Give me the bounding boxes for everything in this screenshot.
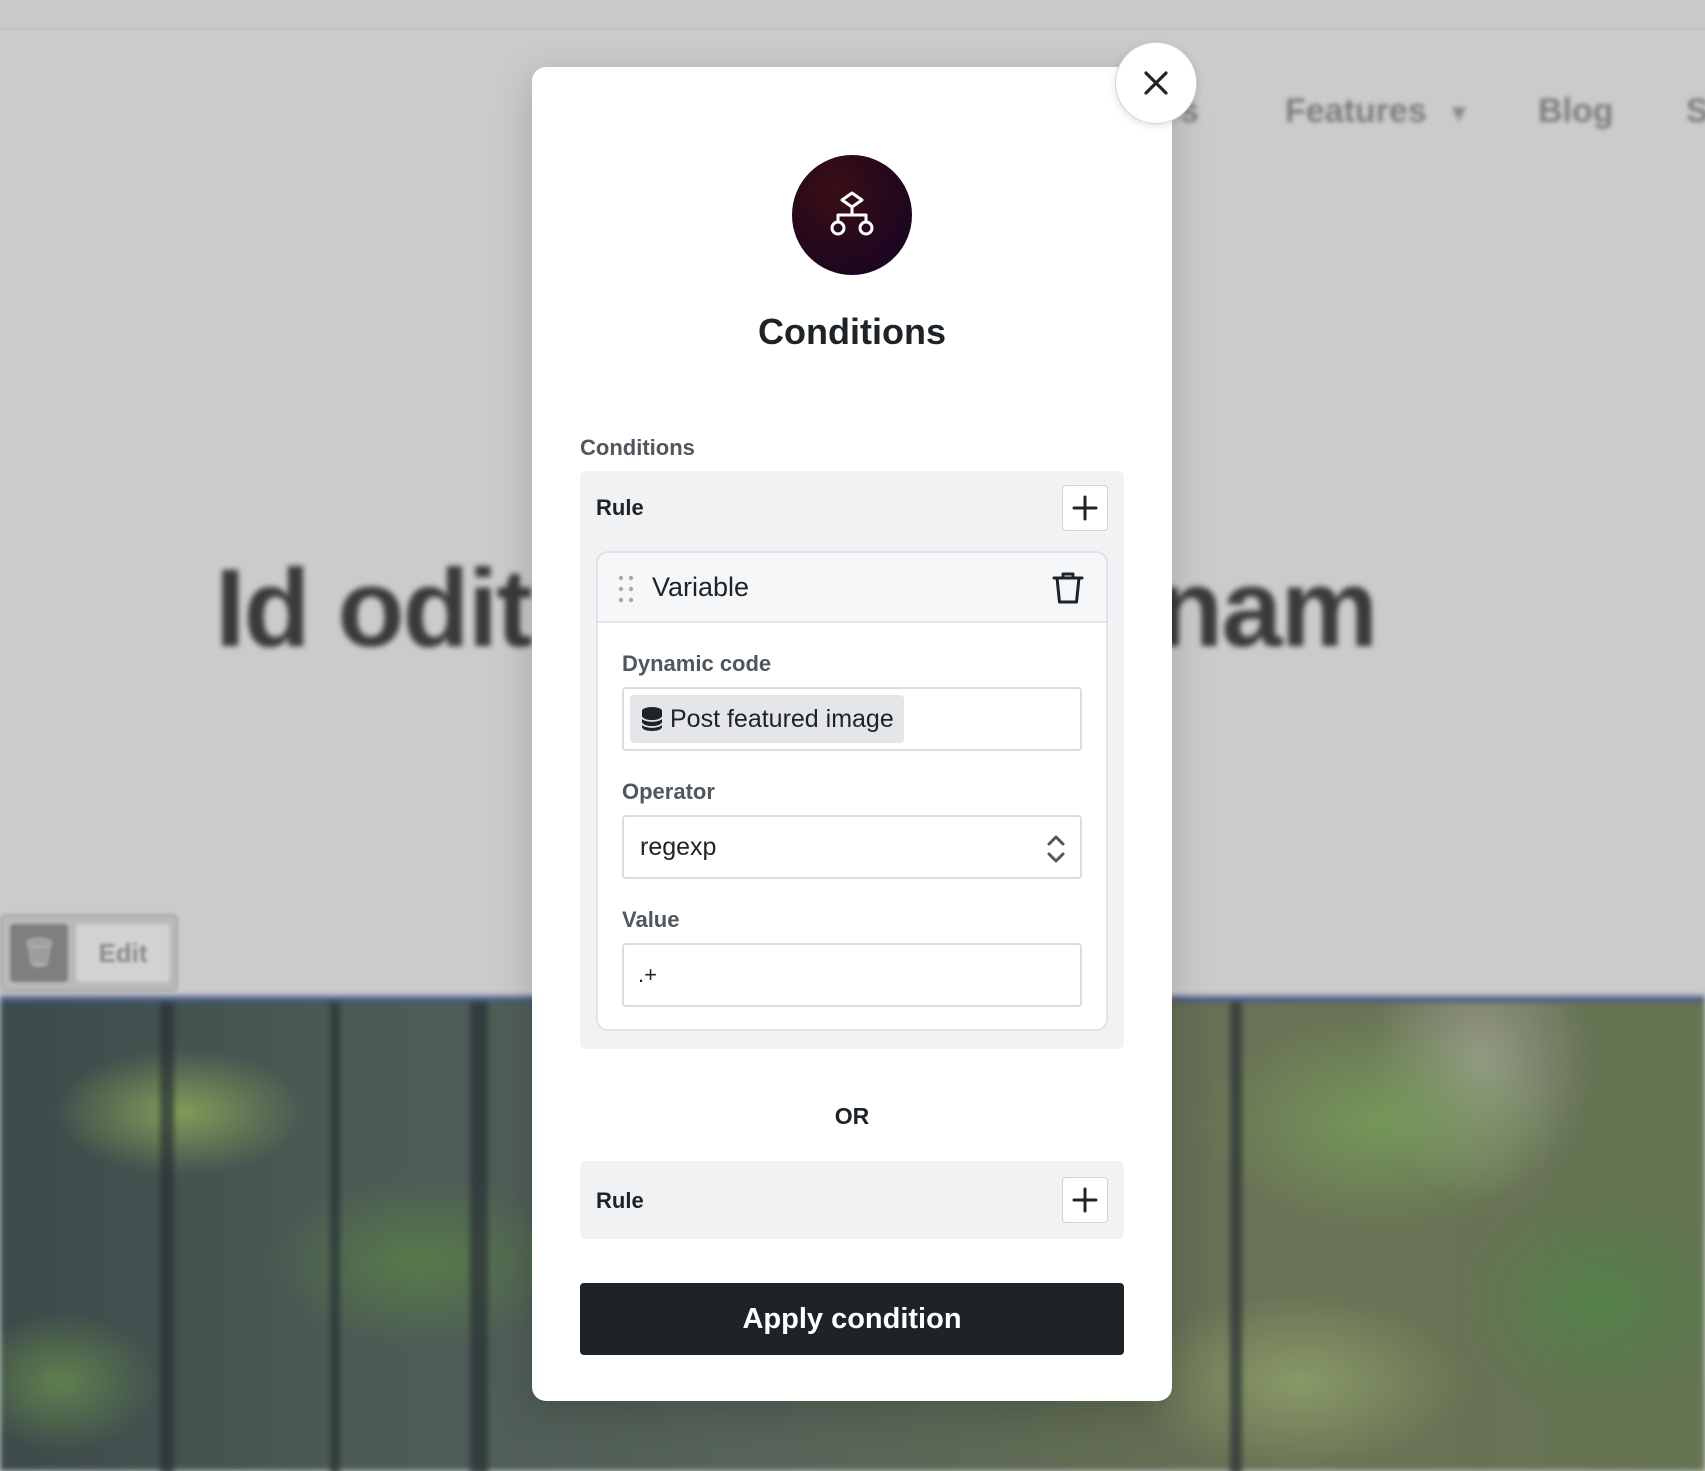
rule-label: Rule bbox=[596, 1188, 644, 1213]
rule-group: Rule Variable Dynamic code Post featured… bbox=[580, 471, 1124, 1049]
background-top-bar bbox=[0, 0, 1705, 30]
or-separator: OR bbox=[834, 1103, 870, 1129]
background-trunk bbox=[160, 1002, 174, 1471]
variable-title: Variable bbox=[652, 572, 750, 602]
background-nav-item-features: Features bbox=[1285, 92, 1427, 130]
rule-group: Rule bbox=[580, 1161, 1124, 1239]
plus-icon bbox=[1072, 1187, 1098, 1213]
conditional-logic-icon bbox=[792, 155, 912, 275]
conditions-section-label: Conditions bbox=[580, 435, 695, 460]
drag-handle-icon[interactable] bbox=[618, 575, 634, 603]
add-rule-button[interactable] bbox=[1062, 1177, 1108, 1223]
operator-selected-value: regexp bbox=[640, 833, 717, 861]
variable-card-header: Variable bbox=[598, 553, 1106, 623]
apply-condition-button[interactable]: Apply condition bbox=[580, 1283, 1124, 1355]
operator-label: Operator bbox=[622, 779, 715, 804]
close-button[interactable] bbox=[1115, 42, 1197, 124]
background-trunk bbox=[470, 1002, 488, 1471]
background-trunk bbox=[330, 1002, 340, 1471]
value-label: Value bbox=[622, 907, 680, 932]
trash-icon: 🗑 bbox=[10, 924, 68, 982]
chevron-down-icon: ▼ bbox=[1447, 100, 1471, 127]
conditions-modal: Conditions Conditions Rule Variable Dyna… bbox=[532, 67, 1172, 1401]
background-edit-button: Edit bbox=[76, 924, 170, 982]
apply-condition-label: Apply condition bbox=[742, 1302, 962, 1335]
value-input-text: .+ bbox=[638, 962, 657, 987]
dynamic-code-token[interactable]: Post featured image bbox=[630, 695, 904, 743]
variable-condition-card: Variable Dynamic code Post featured imag… bbox=[596, 551, 1108, 1031]
background-nav-item-blog: Blog bbox=[1538, 92, 1614, 130]
modal-title: Conditions bbox=[758, 311, 946, 352]
background-block-toolbar: 🗑 Edit bbox=[0, 914, 178, 992]
value-input[interactable]: .+ bbox=[622, 943, 1082, 1007]
add-rule-button[interactable] bbox=[1062, 485, 1108, 531]
operator-select[interactable]: regexp bbox=[622, 815, 1082, 879]
database-icon bbox=[641, 707, 663, 731]
background-nav-item: S bbox=[1686, 92, 1705, 130]
dynamic-code-field[interactable]: Post featured image bbox=[622, 687, 1082, 751]
close-icon bbox=[1144, 71, 1168, 95]
trash-icon bbox=[1052, 572, 1084, 604]
select-arrows-icon bbox=[1047, 835, 1065, 863]
delete-condition-button[interactable] bbox=[1050, 569, 1086, 607]
dynamic-code-label: Dynamic code bbox=[622, 651, 772, 676]
background-headline-start: Id odit bbox=[215, 547, 533, 670]
dynamic-code-token-label: Post featured image bbox=[670, 704, 894, 733]
background-trunk bbox=[1230, 1002, 1242, 1471]
rule-label: Rule bbox=[596, 495, 644, 520]
plus-icon bbox=[1072, 495, 1098, 521]
